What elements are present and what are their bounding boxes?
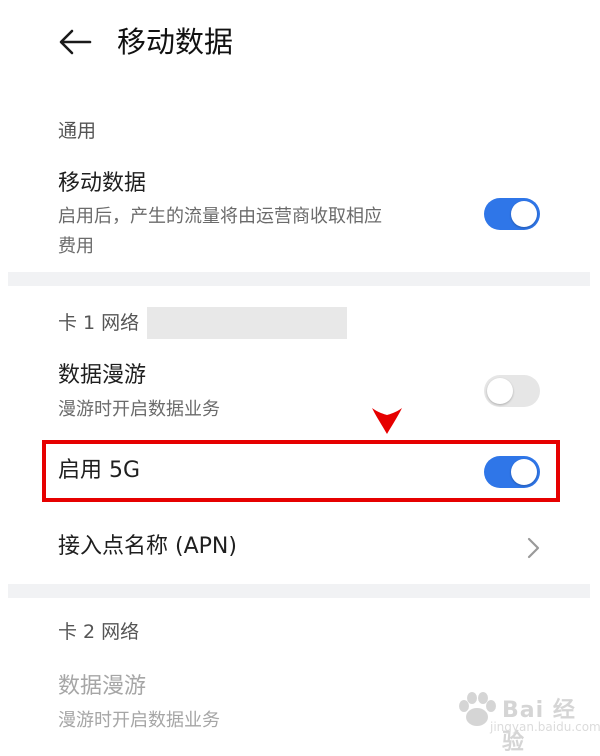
annotation-highlight-box	[42, 440, 560, 502]
baidu-jingyan-watermark: Bai 经验 jingyan.baidu.com	[456, 690, 600, 755]
section-divider	[8, 584, 590, 598]
toggle-knob	[511, 201, 537, 227]
mobile-data-title: 移动数据	[58, 171, 147, 196]
section-label-card1: 卡 1 网络	[58, 312, 140, 334]
app-header: 移动数据	[0, 0, 600, 90]
chevron-right-icon	[527, 537, 540, 559]
redacted-carrier-name	[147, 307, 347, 339]
apn-title: 接入点名称 (APN)	[58, 534, 237, 559]
mobile-data-row[interactable]: 移动数据 启用后，产生的流量将由运营商收取相应 费用	[0, 160, 600, 265]
section-divider	[8, 272, 590, 286]
page-title: 移动数据	[117, 25, 234, 59]
annotation-arrow-icon	[372, 408, 402, 434]
card1-roaming-title: 数据漫游	[58, 363, 147, 388]
mobile-data-toggle[interactable]	[484, 198, 540, 230]
back-button[interactable]	[50, 20, 100, 64]
card1-roaming-toggle[interactable]	[484, 375, 540, 407]
apn-row[interactable]: 接入点名称 (APN)	[0, 520, 600, 575]
watermark-subtext: jingyan.baidu.com	[490, 720, 600, 734]
card2-roaming-title: 数据漫游	[58, 674, 147, 699]
card1-roaming-description: 漫游时开启数据业务	[58, 399, 220, 420]
section-label-general: 通用	[58, 120, 97, 142]
section-label-card2: 卡 2 网络	[58, 621, 140, 643]
arrow-left-icon	[59, 29, 92, 55]
card2-roaming-description: 漫游时开启数据业务	[58, 710, 220, 731]
mobile-data-description-line1: 启用后，产生的流量将由运营商收取相应	[58, 206, 382, 227]
toggle-knob	[487, 378, 513, 404]
mobile-data-description-line2: 费用	[58, 236, 94, 257]
card1-roaming-row[interactable]: 数据漫游 漫游时开启数据业务	[0, 355, 600, 430]
